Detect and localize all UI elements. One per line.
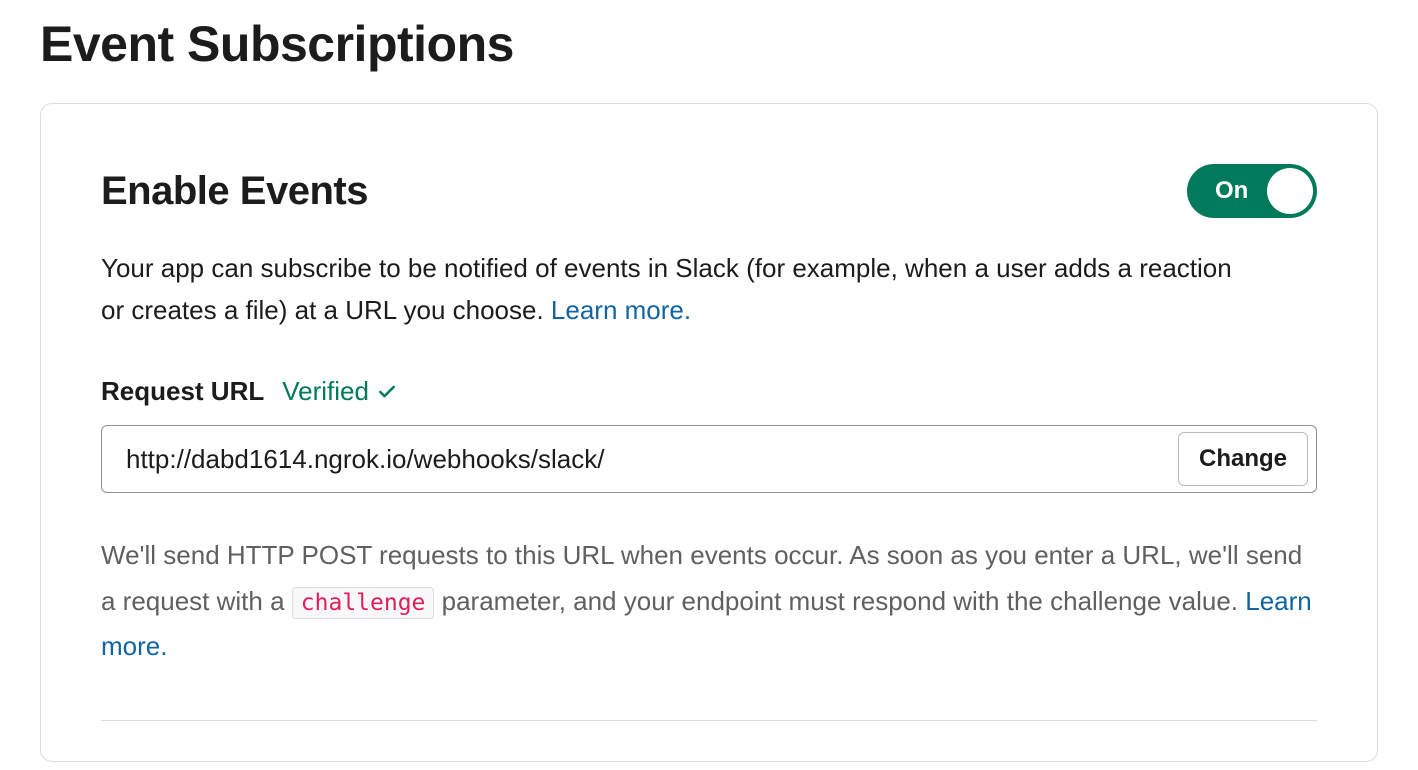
enable-events-heading: Enable Events [101, 169, 368, 214]
check-icon [377, 382, 397, 402]
card-header-row: Enable Events On [101, 164, 1317, 218]
enable-events-description: Your app can subscribe to be notified of… [101, 248, 1251, 331]
request-url-help-text: We'll send HTTP POST requests to this UR… [101, 533, 1317, 670]
page-title: Event Subscriptions [0, 0, 1418, 103]
request-url-input-wrapper: Change [101, 425, 1317, 493]
enable-events-toggle[interactable]: On [1187, 164, 1317, 218]
request-url-input[interactable] [126, 444, 1178, 475]
verified-status: Verified [282, 376, 397, 407]
change-button[interactable]: Change [1178, 432, 1308, 486]
learn-more-link[interactable]: Learn more. [551, 295, 691, 325]
help-text-part2: parameter, and your endpoint must respon… [434, 586, 1245, 616]
toggle-knob [1267, 168, 1313, 214]
section-divider [101, 720, 1317, 721]
request-url-label: Request URL [101, 376, 264, 407]
verified-text: Verified [282, 376, 369, 407]
challenge-code: challenge [292, 587, 435, 619]
event-subscriptions-card: Enable Events On Your app can subscribe … [40, 103, 1378, 762]
toggle-state-label: On [1215, 177, 1248, 205]
request-url-label-row: Request URL Verified [101, 376, 1317, 407]
